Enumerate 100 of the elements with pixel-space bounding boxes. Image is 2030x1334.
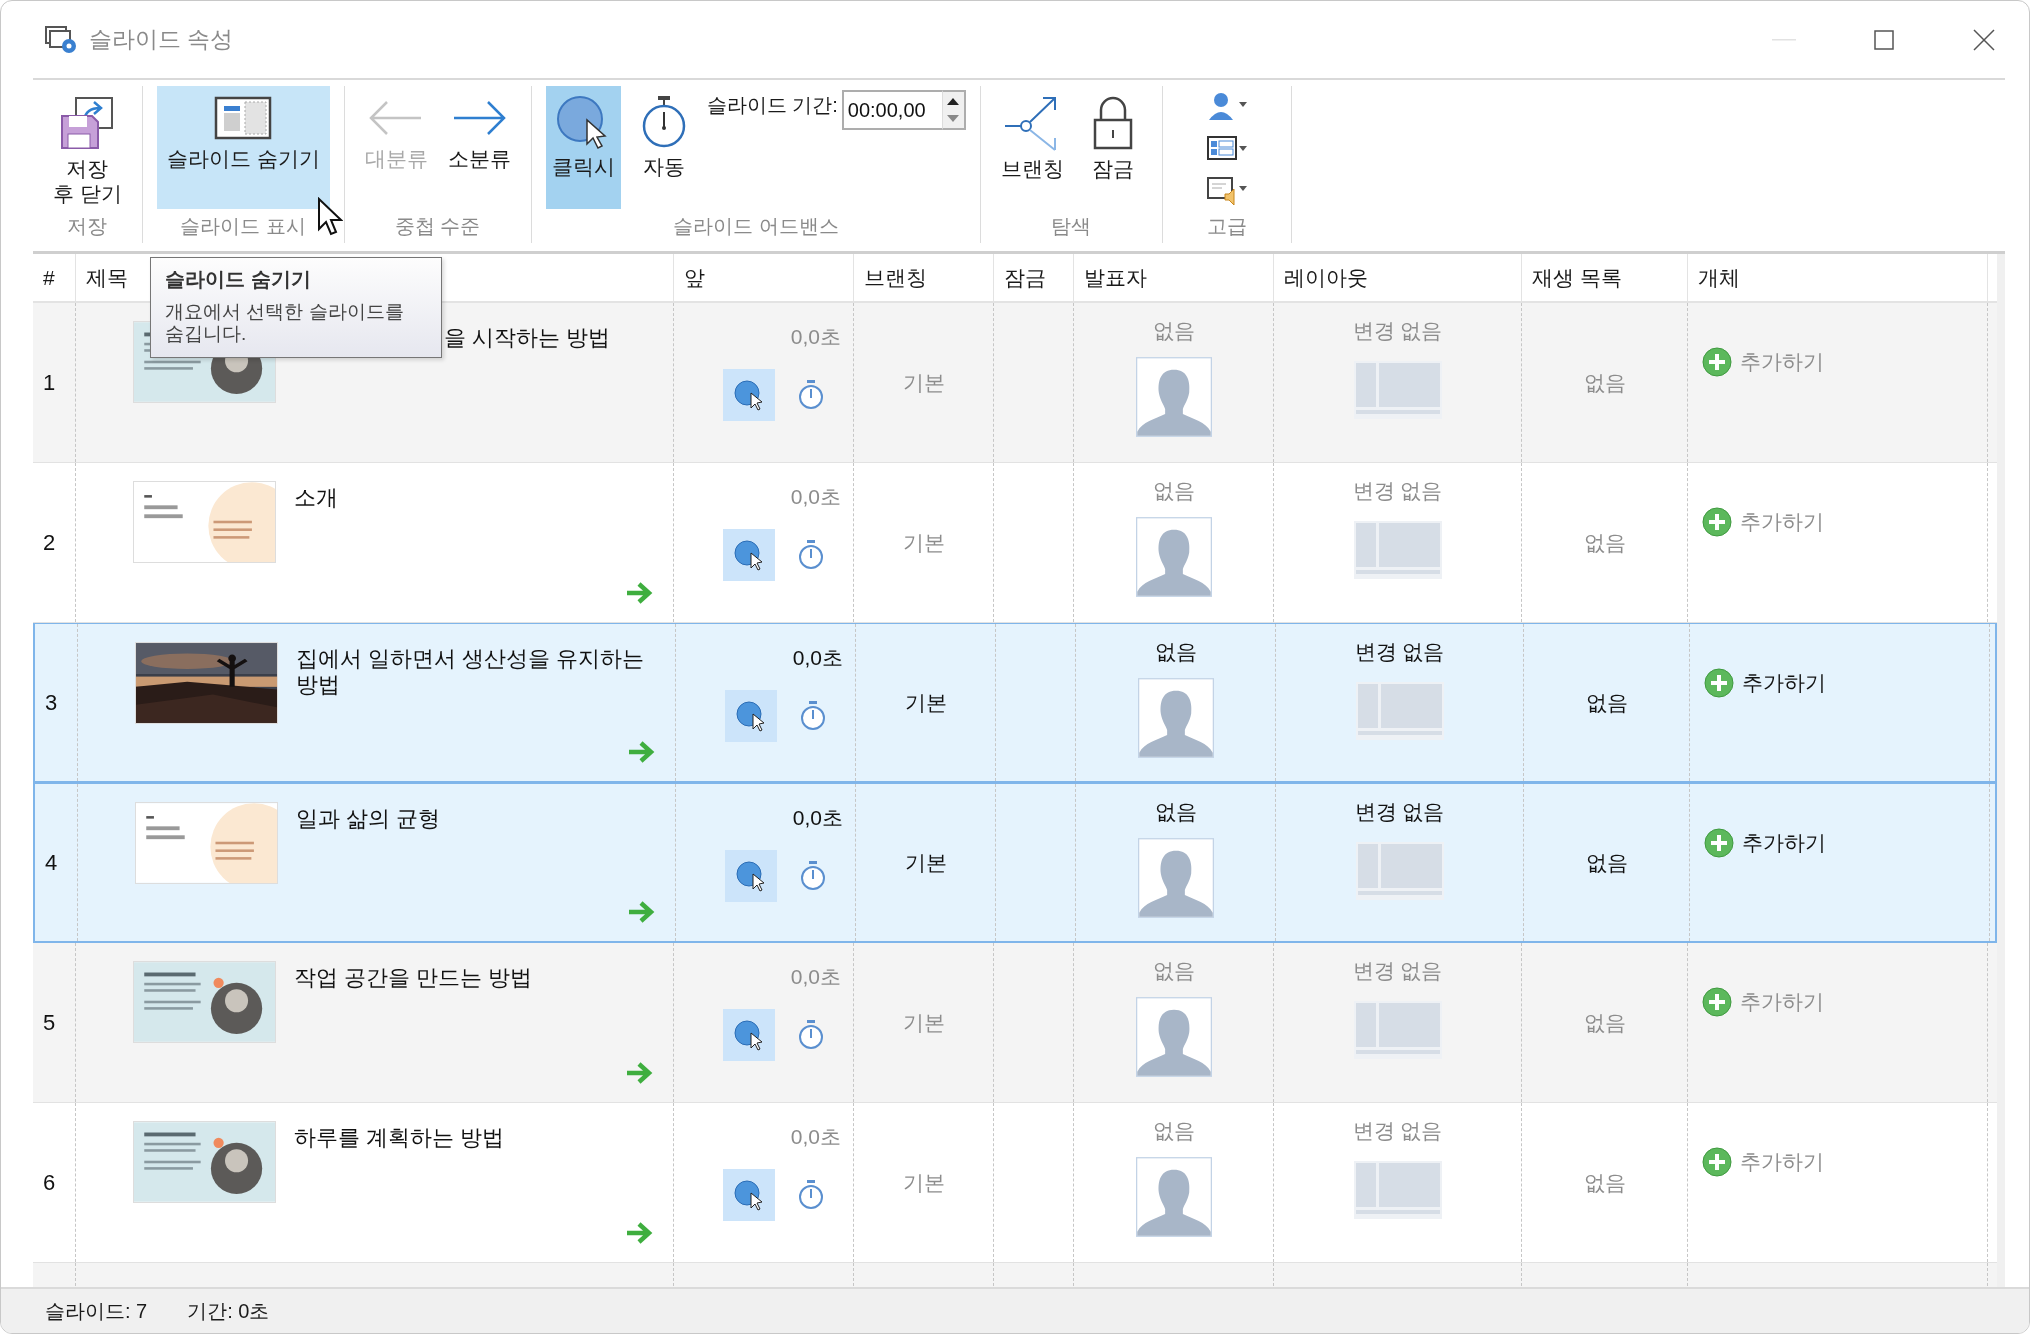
group-label: 탐색 [1051,214,1092,239]
column-header[interactable]: # [43,265,55,290]
up-arrow-icon [947,97,960,105]
branch-button[interactable]: 브랜칭 [994,86,1070,209]
slide-title: 소개 [294,484,339,512]
click-button[interactable]: 클릭시 [545,86,621,209]
stopwatch-icon [799,860,827,892]
group-label: 중첩 수준 [394,214,481,239]
hide-button[interactable]: 슬라이드 숨기기 [156,86,330,209]
spin-button[interactable] [941,90,966,130]
table-row[interactable]: 2 소개 0,0초 기본 없음 변경 없음 없음 추가하기 [33,463,1997,623]
slide-title: 하루를 계획하는 방법 [294,1124,506,1152]
person-silhouette-icon [1137,838,1214,918]
presenter-value: 없음 [1152,478,1195,504]
branching-value: 기본 [902,369,945,396]
person-silhouette-icon [1135,357,1212,437]
column-header[interactable]: 제목 [86,263,128,292]
status-text: 슬라이드: 7 [45,1298,148,1324]
pointer-circle-icon [733,539,765,571]
pointer-circle-icon [735,860,767,892]
presenter-value: 없음 [1152,1118,1195,1144]
slide-title: 작업 공간을 만드는 방법 [294,964,534,992]
person-silhouette-icon [1135,517,1212,597]
playlist-value: 없음 [1585,849,1628,876]
person-silhouette-icon [1135,997,1212,1077]
advance-time: 0,0초 [790,1124,841,1150]
auto-button[interactable]: 자동 [628,86,699,209]
column-header[interactable]: 재생 목록 [1532,263,1622,292]
plus-icon [1702,1147,1732,1177]
pointer-circle-icon [733,1179,765,1211]
presenter-value: 없음 [1154,639,1197,665]
stopwatch-icon [799,700,827,732]
person-silhouette-icon [1135,1157,1212,1237]
settings-icon [45,24,79,55]
presenter-value: 없음 [1152,318,1195,344]
plus-icon [1702,507,1732,537]
hide-slide-icon [214,94,273,142]
add-link[interactable]: 추가하기 [1704,828,1826,858]
stopwatch-icon [797,379,825,411]
advance-time: 0,0초 [790,324,841,350]
branching-value: 기본 [902,1169,945,1196]
advance-time: 0,0초 [790,964,841,990]
plus-icon [1704,828,1734,858]
column-header[interactable]: 잠금 [1004,263,1046,292]
column-header[interactable]: 개체 [1698,263,1740,292]
pointer-circle-icon [733,1019,765,1051]
branching-value: 기본 [904,849,947,876]
slide-number: 4 [35,784,78,941]
speaker-slide-icon [1206,176,1247,208]
close-icon [1973,28,1995,51]
pointer-circle-icon [733,379,765,411]
playlist-value: 없음 [1583,1169,1626,1196]
click-advance-button[interactable] [725,690,777,742]
plus-icon [1702,347,1732,377]
add-link[interactable]: 추가하기 [1704,668,1826,698]
column-header[interactable]: 앞 [684,263,705,292]
click-advance-button[interactable] [723,529,775,581]
save-button[interactable]: 저장 후 닫기 [47,86,128,209]
plus-icon [1702,987,1732,1017]
slide-number: 2 [33,463,76,622]
plus-icon [1704,668,1734,698]
presenter-menu-button[interactable] [1206,92,1247,122]
layout-value: 변경 없음 [1352,478,1443,504]
branching-value: 기본 [904,689,947,716]
table-row[interactable]: 3 집에서 일하면서 생산성을 유지하는 방법 0,0초 기본 없음 변경 없음 없음 추가하기 [33,623,1997,783]
stopwatch-icon [797,1019,825,1051]
next-button[interactable]: 소분류 [441,86,517,209]
click-advance-button[interactable] [723,1169,775,1221]
lock-button[interactable]: 잠금 [1077,86,1148,209]
person-icon [1206,92,1247,122]
column-header[interactable]: 발표자 [1084,263,1147,292]
presenter-value: 없음 [1154,799,1197,825]
duration-field[interactable]: 00:00,00 [841,90,942,130]
group-label: 슬라이드 어드밴스 [672,214,839,239]
column-header[interactable]: 브랜칭 [864,263,927,292]
layout-value: 변경 없음 [1352,1118,1443,1144]
group-label: 저장 [67,214,108,239]
table-row[interactable]: 4 일과 삶의 균형 0,0초 기본 없음 변경 없음 없음 추가하기 [33,783,1997,943]
layout-value: 변경 없음 [1354,639,1445,665]
click-advance-button[interactable] [723,369,775,421]
status-text: 기간: 0초 [187,1298,270,1324]
pointer-circle-icon [735,700,767,732]
playlist-value: 없음 [1583,1009,1626,1036]
stopwatch-icon [797,1179,825,1211]
group-label: 고급 [1206,214,1247,239]
table-row[interactable]: 5 작업 공간을 만드는 방법 0,0초 기본 없음 변경 없음 없음 추가하기 [33,943,1997,1103]
slide-number: 3 [35,624,78,781]
audio-menu-button[interactable] [1206,176,1247,208]
click-advance-button[interactable] [725,850,777,902]
slide-title: 을 시작하는 방법 [443,324,612,352]
slide-title: 일과 삶의 균형 [296,805,442,833]
column-header[interactable]: 레이아웃 [1284,263,1368,292]
click-advance-button[interactable] [723,1009,775,1061]
layout-value: 변경 없음 [1354,799,1445,825]
stopwatch-icon [797,539,825,571]
advance-time: 0,0초 [792,645,843,671]
table-row[interactable]: 6 하루를 계획하는 방법 0,0초 기본 없음 변경 없음 없음 추가하기 [33,1103,1997,1263]
slide-title: 집에서 일하면서 생산성을 유지하는 방법 [296,645,646,700]
person-silhouette-icon [1137,678,1214,758]
advance-time: 0,0초 [790,484,841,510]
